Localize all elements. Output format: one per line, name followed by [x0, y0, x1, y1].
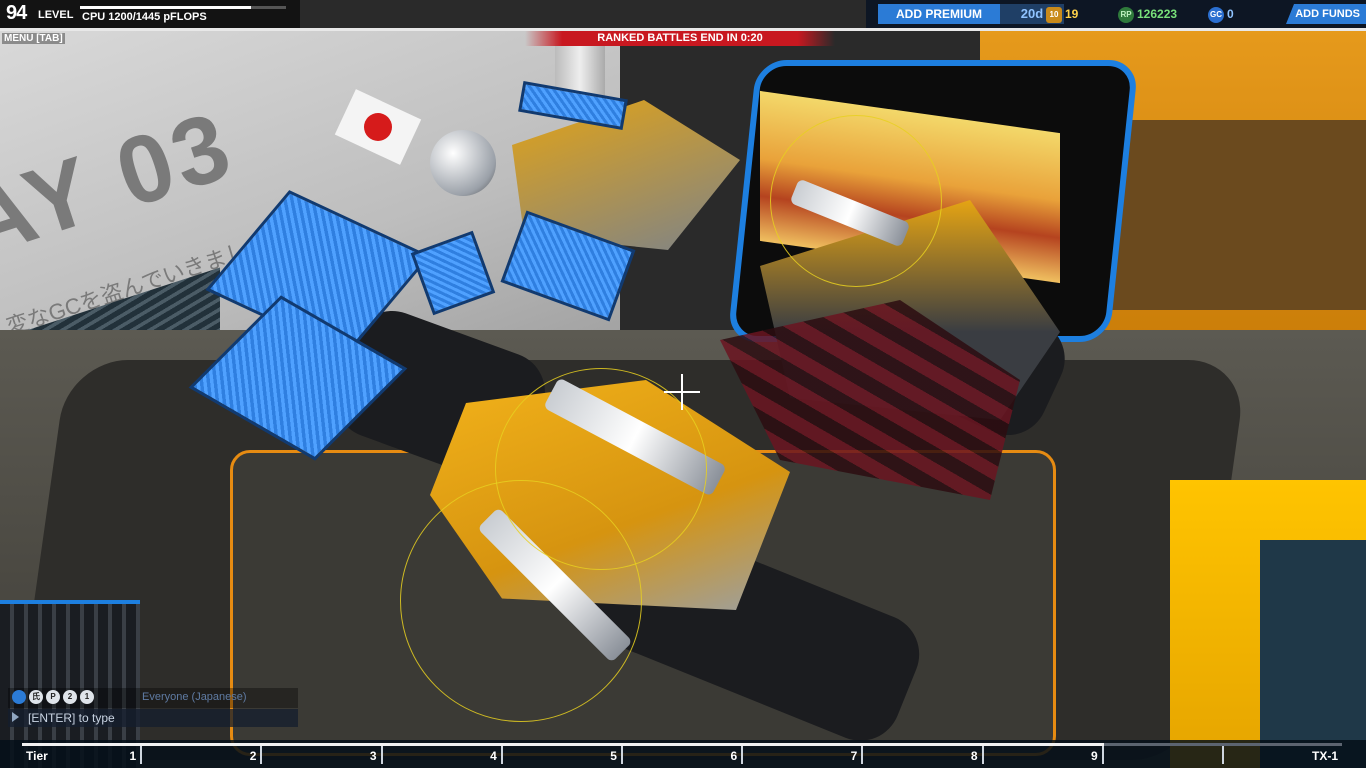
tier-segment: 7: [741, 746, 861, 764]
whisper-icon[interactable]: 2: [63, 690, 77, 704]
tier-number: 9: [1091, 749, 1098, 763]
tier-number: 6: [730, 749, 738, 763]
tier-segment: 8: [861, 746, 981, 764]
tier-bar-label: Tier: [26, 749, 48, 763]
chat-panel: 氏P21 Everyone (Japanese): [8, 688, 308, 730]
tier-segment: 9: [981, 746, 1102, 764]
tier-number: 4: [490, 749, 497, 763]
tier-segment: 4: [380, 746, 501, 764]
player-level-label: LEVEL: [38, 9, 74, 21]
tier-value: 19: [1065, 7, 1079, 21]
chat-channel-row: 氏P21 Everyone (Japanese): [8, 688, 298, 708]
robit-points-stat: RP 126223: [1118, 4, 1177, 24]
tier-number: TX-1: [1312, 749, 1339, 763]
tier-segment: 2: [140, 746, 260, 764]
tier-segment: 3: [260, 746, 380, 764]
chat-arrow-icon: [12, 712, 19, 722]
cpu-usage-fill: [80, 6, 251, 9]
tier-number: 8: [970, 749, 978, 763]
japan-flag-dot: [364, 113, 392, 141]
tier-number: 1: [129, 749, 137, 763]
tier-icon: 10: [1046, 6, 1062, 23]
tier-segment: 5: [500, 746, 621, 764]
tier-progress-bar: Tier 1 2 3 4 5 6 7 8 9 TX-1: [0, 740, 1366, 768]
weapon-range-ring: [400, 480, 642, 722]
tier-number: 7: [850, 749, 858, 763]
robit-points-icon: RP: [1118, 6, 1134, 23]
galaxy-coins-stat: GC 0: [1208, 4, 1234, 24]
globe-icon[interactable]: [12, 690, 26, 704]
tier-number: 2: [249, 749, 257, 763]
cpu-usage-text: CPU 1200/1445 pFLOPS: [82, 11, 207, 23]
tier-number: 3: [369, 749, 377, 763]
tier-labels: Tier 1 2 3 4 5 6 7 8 9 TX-1: [22, 746, 1342, 766]
chat-input[interactable]: [24, 709, 302, 727]
chat-input-row: [8, 709, 302, 727]
robot-radar-dome[interactable]: [430, 130, 496, 196]
add-premium-button[interactable]: ADD PREMIUM: [878, 4, 1000, 24]
crosshair-icon: [664, 374, 700, 410]
add-funds-button[interactable]: ADD FUNDS: [1286, 4, 1366, 24]
robit-points-value: 126223: [1137, 7, 1178, 21]
tier-segment: [1101, 746, 1222, 764]
chat-channel-label[interactable]: Everyone (Japanese): [142, 691, 247, 703]
tier-stat: 10 19: [1046, 4, 1078, 24]
clan-icon[interactable]: 氏: [29, 690, 43, 704]
player-level-number: 94: [6, 2, 27, 24]
ranked-battles-banner: RANKED BATTLES END IN 0:20: [525, 31, 835, 46]
cpu-usage-bar: [80, 6, 286, 9]
galaxy-coins-icon: GC: [1208, 6, 1224, 23]
tier-segment: TX-1: [1221, 746, 1342, 764]
dark-wall-panel: [1260, 540, 1366, 768]
chat-filter-icons: 氏P21: [12, 690, 94, 704]
party-icon[interactable]: P: [46, 690, 60, 704]
user-icon[interactable]: 1: [80, 690, 94, 704]
tier-segment: 6: [620, 746, 741, 764]
tier-number: 5: [610, 749, 617, 763]
currency-panel: ADD PREMIUM 20d 10 19 RP 126223 GC 0 ADD FU…: [866, 0, 1366, 28]
menu-button[interactable]: MENU [TAB]: [2, 33, 65, 44]
galaxy-coins-value: 0: [1227, 7, 1234, 21]
player-level-panel: 94 LEVEL CPU 1200/1445 pFLOPS: [0, 0, 300, 28]
garage-scene: AY 03 変なGCを盗んでいきました: [0, 0, 1366, 768]
tier-segment: Tier 1: [22, 746, 140, 764]
weapon-range-ring: [770, 115, 942, 287]
